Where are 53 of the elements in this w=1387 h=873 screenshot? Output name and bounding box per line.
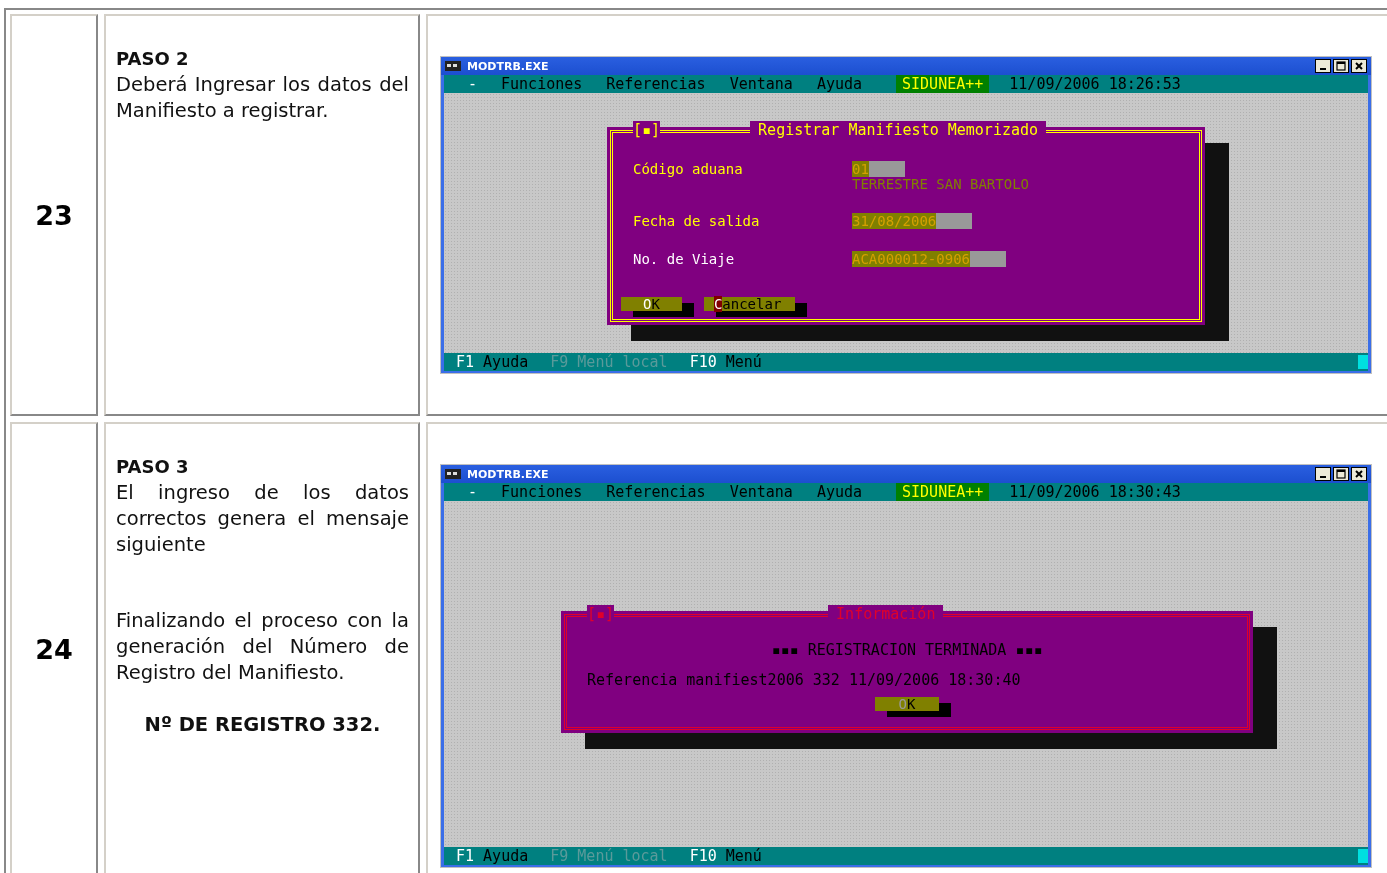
- field-label: Fecha de salida: [633, 213, 761, 229]
- maximize-button[interactable]: [1333, 467, 1349, 481]
- step-title: PASO 3: [116, 455, 190, 479]
- function-key-hint[interactable]: F10 Menú: [689, 353, 762, 371]
- field-label: Código aduana: [633, 161, 744, 179]
- message-text: ▪▪▪ REGISTRACION TERMINADA ▪▪▪: [770, 641, 1044, 659]
- field-note: TERRESTRE SAN BARTOLO: [852, 177, 1029, 191]
- maximize-button[interactable]: [1333, 59, 1349, 73]
- step-description: Deberá Ingresar los datos del Manifiesto a registrar.: [116, 72, 409, 124]
- dialog-title: Registrar Manifiesto Memorizado: [750, 121, 1047, 139]
- brand-label: SIDUNEA++: [896, 483, 990, 501]
- menu-item[interactable]: Referencias: [606, 483, 706, 501]
- menu-item[interactable]: Ayuda: [816, 75, 863, 93]
- close-button[interactable]: [1351, 467, 1367, 481]
- date-time: 11/09/2006 18:26:53: [1009, 75, 1181, 93]
- maximize-icon: [1336, 61, 1346, 71]
- close-icon: [1354, 61, 1364, 71]
- menu-item[interactable]: Ayuda: [816, 483, 863, 501]
- step-description: Nº DE REGISTRO 332.: [143, 712, 382, 738]
- date-time: 11/09/2006 18:30:43: [1009, 483, 1181, 501]
- function-key-hint[interactable]: F10 Menú: [689, 847, 762, 865]
- minimize-button[interactable]: [1315, 59, 1331, 73]
- console-icon: [445, 61, 461, 71]
- status-indicator: [1358, 849, 1368, 863]
- step-description: Finalizando el proceso con la generación del Número de Registro del Manifiesto.: [116, 608, 409, 686]
- window-title: MODTRB.EXE: [467, 59, 549, 73]
- menu-item[interactable]: Funciones: [501, 75, 583, 93]
- menu-item[interactable]: Ventana: [729, 75, 793, 93]
- function-key-hint[interactable]: F1 Ayuda: [456, 847, 529, 865]
- menu-item[interactable]: Ventana: [729, 483, 793, 501]
- maximize-icon: [1336, 469, 1346, 479]
- step-description: El ingreso de los datos correctos genera el mensaje siguiente: [116, 480, 409, 558]
- minimize-button[interactable]: [1315, 467, 1331, 481]
- menu-item[interactable]: -: [468, 483, 478, 501]
- menu-item[interactable]: Funciones: [501, 483, 583, 501]
- dialog-marker: [▪]: [633, 121, 661, 139]
- status-indicator: [1358, 355, 1368, 369]
- close-icon: [1354, 469, 1364, 479]
- message-text: Referencia manifiest2006 332 11/09/2006 18:30:40: [587, 671, 1022, 689]
- step-number: 24: [35, 634, 73, 665]
- brand-label: SIDUNEA++: [896, 75, 990, 93]
- menu-item[interactable]: -: [468, 75, 478, 93]
- dialog-marker: [▪]: [587, 605, 615, 623]
- close-button[interactable]: [1351, 59, 1367, 73]
- window-title: MODTRB.EXE: [467, 467, 549, 481]
- field-label: No. de Viaje: [633, 251, 736, 267]
- step-number: 23: [35, 199, 73, 231]
- menu-item[interactable]: Referencias: [606, 75, 706, 93]
- function-key-hint[interactable]: F1 Ayuda: [456, 353, 529, 371]
- step-title: PASO 2: [116, 47, 190, 71]
- minimize-icon: [1320, 68, 1326, 70]
- minimize-icon: [1320, 476, 1326, 478]
- console-icon: [445, 469, 461, 479]
